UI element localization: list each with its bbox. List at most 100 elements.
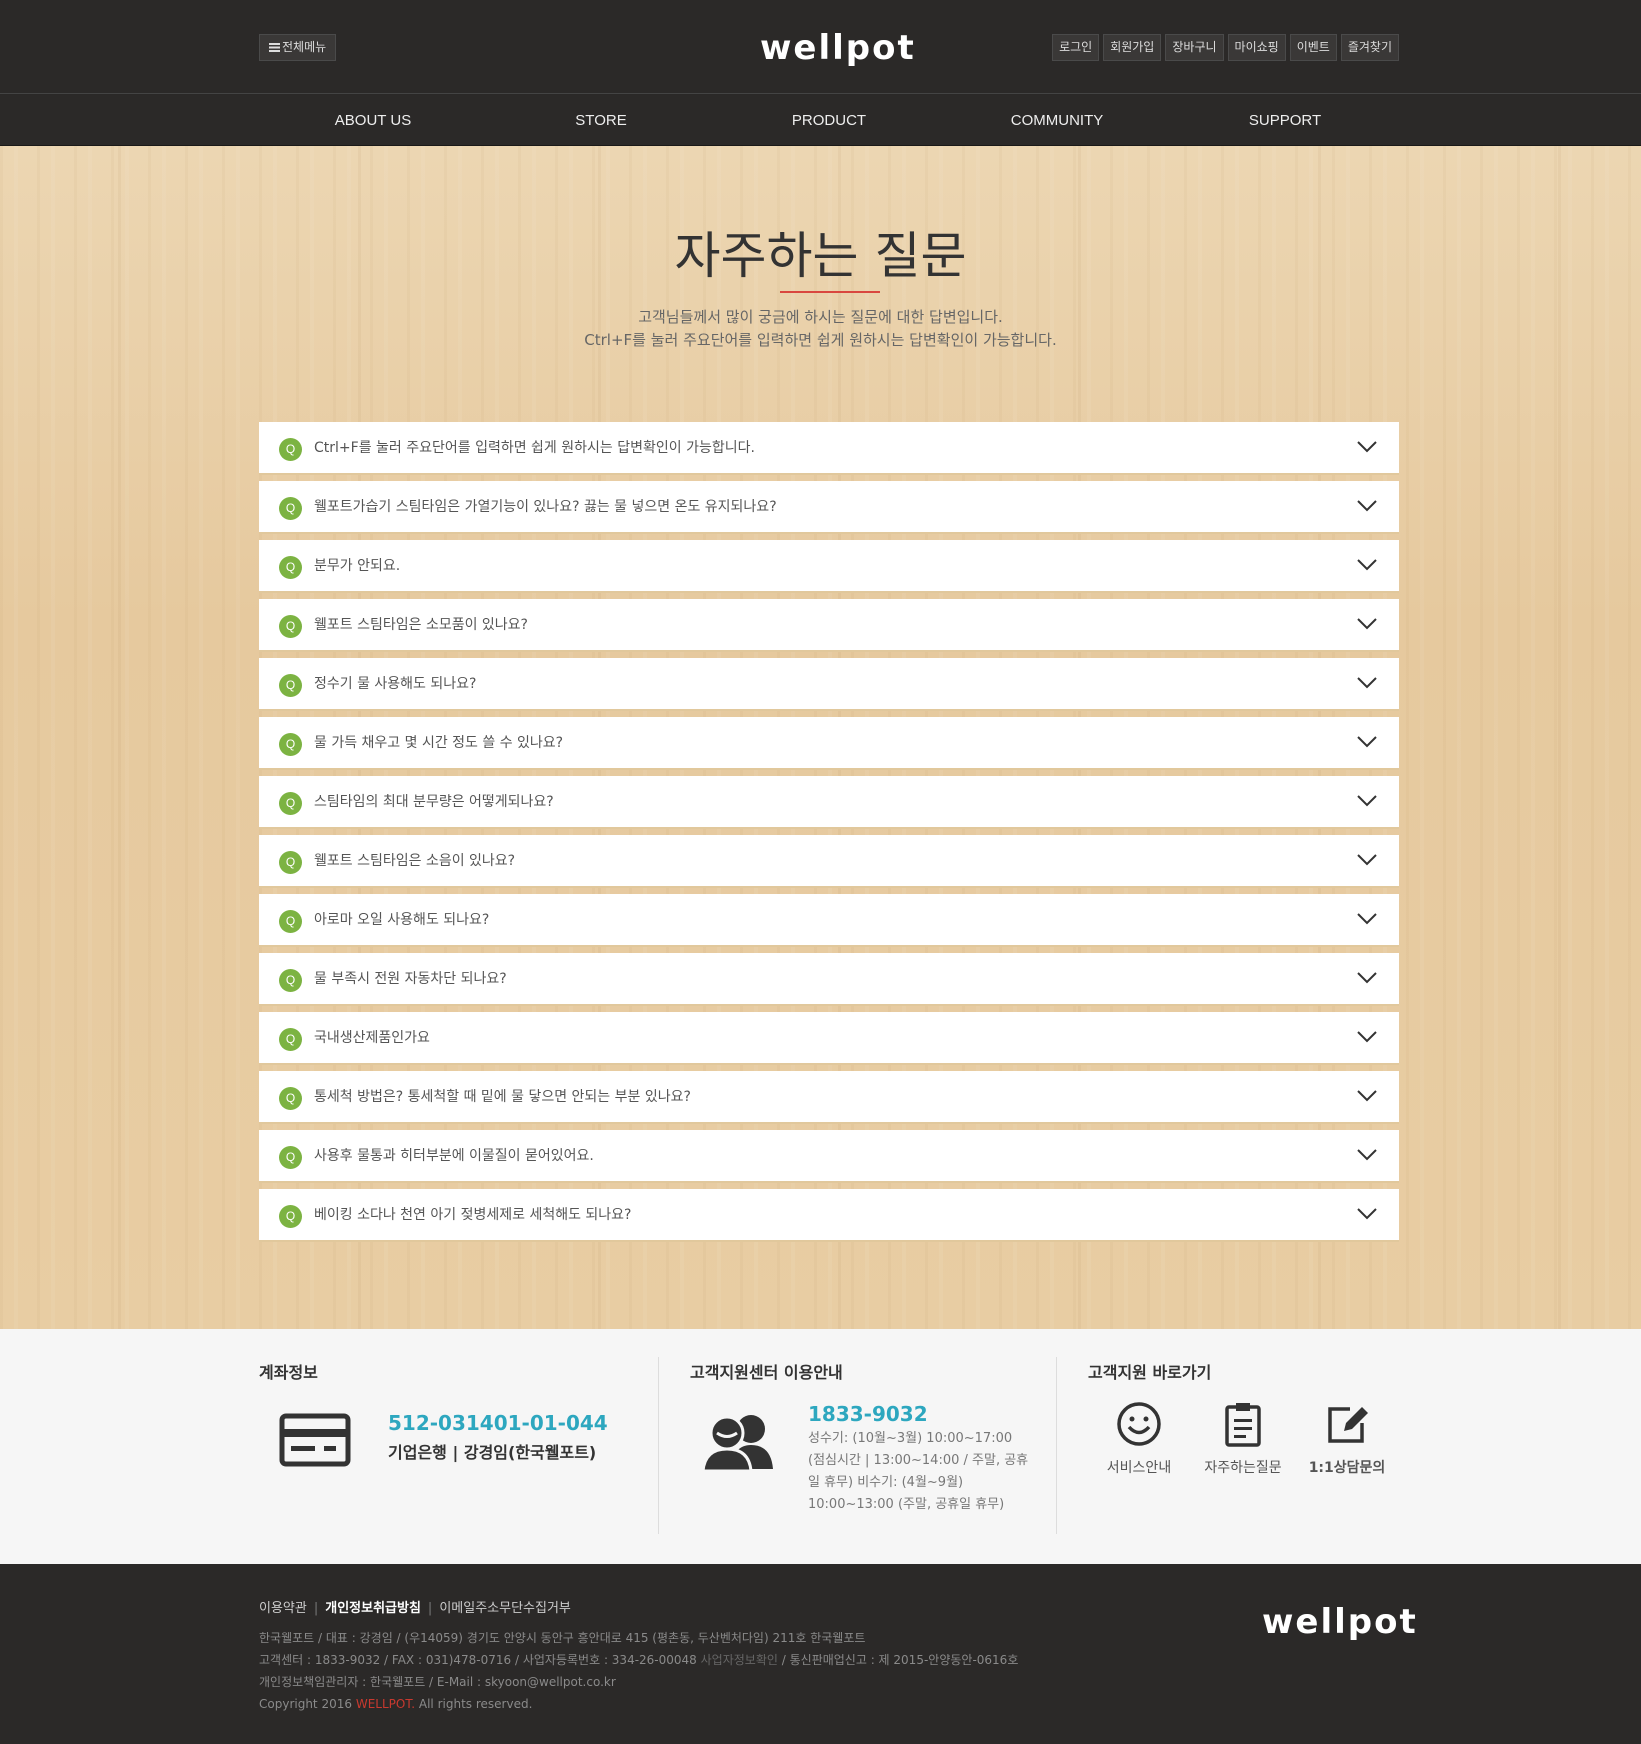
consult-shortcut[interactable]: 1:1상담문의 <box>1297 1401 1397 1477</box>
faq-item[interactable]: Q 웰포트 스팀타임은 소음이 있나요? <box>259 835 1399 888</box>
faq-question: 국내생산제품인가요 <box>314 1030 430 1046</box>
chevron-down-icon[interactable] <box>1356 789 1378 811</box>
copyright-text: Copyright 2016 <box>259 1697 352 1711</box>
faq-item[interactable]: Q 베이킹 소다나 천연 아기 젖병세제로 세척해도 되나요? <box>259 1189 1399 1242</box>
faq-item[interactable]: Q 아로마 오일 사용해도 되나요? <box>259 894 1399 947</box>
faq-question: 웰포트 스팀타임은 소모품이 있나요? <box>314 617 528 633</box>
faq-list: Q Ctrl+F를 눌러 주요단어를 입력하면 쉽게 원하시는 답변확인이 가능합… <box>259 422 1399 1248</box>
nav-product[interactable]: PRODUCT <box>715 95 943 146</box>
terms-link[interactable]: 이용약관 <box>259 1601 307 1616</box>
chevron-down-icon[interactable] <box>1356 612 1378 634</box>
description-line-2: Ctrl+F를 눌러 주요단어를 입력하면 쉽게 원하시는 답변확인이 가능합니… <box>584 331 1057 349</box>
footer-links: 이용약관 | 개인정보취급방침 | 이메일주소무단수집거부 <box>259 1601 571 1616</box>
nav-support[interactable]: SUPPORT <box>1171 95 1399 146</box>
q-badge: Q <box>279 674 302 697</box>
q-badge: Q <box>279 438 302 461</box>
my-shopping-link[interactable]: 마이쇼핑 <box>1227 34 1286 61</box>
q-badge: Q <box>279 556 302 579</box>
signup-link[interactable]: 회원가입 <box>1103 34 1162 61</box>
cs-hours: 성수기: (10월~3월) 10:00~17:00 (점심시간 | 13:00~… <box>808 1431 1029 1512</box>
faq-question: 분무가 안되요. <box>314 558 401 574</box>
clipboard-icon <box>1225 1403 1261 1447</box>
faq-shortcut[interactable]: 자주하는질문 <box>1193 1401 1293 1477</box>
faq-item[interactable]: Q 국내생산제품인가요 <box>259 1012 1399 1065</box>
shortcut-label: 자주하는질문 <box>1204 1460 1282 1476</box>
page-title: 자주하는 질문 <box>674 227 967 285</box>
faq-item[interactable]: Q 웰포트가습기 스팀타임은 가열기능이 있나요? 끓는 물 넣으면 온도 유지되… <box>259 481 1399 534</box>
footer-logo: wellpot <box>1262 1602 1418 1642</box>
q-badge: Q <box>279 1087 302 1110</box>
edit-icon <box>1328 1407 1368 1443</box>
bookmark-link[interactable]: 즐겨찾기 <box>1340 34 1399 61</box>
chevron-down-icon[interactable] <box>1356 435 1378 457</box>
chevron-down-icon[interactable] <box>1356 1143 1378 1165</box>
cs-heading: 고객지원센터 이용안내 <box>690 1363 843 1382</box>
shortcut-label: 서비스안내 <box>1106 1460 1172 1476</box>
page-description: 고객님들께서 많이 궁금에 하시는 질문에 대한 답변입니다. Ctrl+F를 … <box>0 306 1641 352</box>
faq-question: 베이킹 소다나 천연 아기 젖병세제로 세척해도 되나요? <box>314 1207 632 1223</box>
contact-line: 고객센터 : 1833-9032 / FAX : 031)478-0716 / … <box>259 1649 1018 1671</box>
service-guide-shortcut[interactable]: 서비스안내 <box>1089 1401 1189 1477</box>
cart-link[interactable]: 장바구니 <box>1165 34 1224 61</box>
chevron-down-icon[interactable] <box>1356 966 1378 988</box>
copyright: Copyright 2016 WELLPOT. All rights reser… <box>259 1693 1018 1715</box>
chevron-down-icon[interactable] <box>1356 671 1378 693</box>
q-badge: Q <box>279 851 302 874</box>
chevron-down-icon[interactable] <box>1356 1084 1378 1106</box>
q-badge: Q <box>279 1205 302 1228</box>
account-number: 512-031401-01-044 <box>388 1411 608 1435</box>
divider <box>658 1357 659 1534</box>
event-link[interactable]: 이벤트 <box>1289 34 1337 61</box>
q-badge: Q <box>279 792 302 815</box>
faq-item[interactable]: Q 물 부족시 전원 자동차단 되나요? <box>259 953 1399 1006</box>
site-footer: 이용약관 | 개인정보취급방침 | 이메일주소무단수집거부 한국웰포트 / 대표 : 강… <box>0 1564 1641 1744</box>
chevron-down-icon[interactable] <box>1356 848 1378 870</box>
faq-item[interactable]: Q Ctrl+F를 눌러 주요단어를 입력하면 쉽게 원하시는 답변확인이 가능합… <box>259 422 1399 475</box>
faq-question: 스팀타임의 최대 분무량은 어떻게되나요? <box>314 794 554 810</box>
chevron-down-icon[interactable] <box>1356 907 1378 929</box>
faq-question: 통세척 방법은? 통세척할 때 밑에 물 닿으면 안되는 부분 있나요? <box>314 1089 691 1105</box>
email-refusal-link[interactable]: 이메일주소무단수집거부 <box>439 1601 571 1616</box>
chevron-down-icon[interactable] <box>1356 553 1378 575</box>
all-menu-button[interactable]: 전체메뉴 <box>259 34 337 61</box>
divider <box>1056 1357 1057 1534</box>
support-info-section: 계좌정보 512-031401-01-044 기업은행 | 강경임(한국웰포트)… <box>0 1329 1641 1564</box>
chevron-down-icon[interactable] <box>1356 730 1378 752</box>
faq-item[interactable]: Q 웰포트 스팀타임은 소모품이 있나요? <box>259 599 1399 652</box>
chevron-down-icon[interactable] <box>1356 1202 1378 1224</box>
nav-about-us[interactable]: ABOUT US <box>259 95 487 146</box>
faq-question: 물 가득 채우고 몇 시간 정도 쓸 수 있나요? <box>314 735 564 751</box>
credit-card-icon <box>279 1413 351 1467</box>
utility-links: 로그인 회원가입 장바구니 마이쇼핑 이벤트 즐겨찾기 <box>1052 34 1399 61</box>
faq-question: 아로마 오일 사용해도 되나요? <box>314 912 490 928</box>
nav-community[interactable]: COMMUNITY <box>943 95 1171 146</box>
faq-item[interactable]: Q 분무가 안되요. <box>259 540 1399 593</box>
faq-item[interactable]: Q 물 가득 채우고 몇 시간 정도 쓸 수 있나요? <box>259 717 1399 770</box>
faq-item[interactable]: Q 통세척 방법은? 통세척할 때 밑에 물 닿으면 안되는 부분 있나요? <box>259 1071 1399 1124</box>
address-line: 한국웰포트 / 대표 : 강경임 / (우14059) 경기도 안양시 동안구 … <box>259 1631 866 1645</box>
nav-store[interactable]: STORE <box>487 95 715 146</box>
shortcut-heading: 고객지원 바로가기 <box>1088 1363 1212 1382</box>
main-content: 자주하는 질문 고객님들께서 많이 궁금에 하시는 질문에 대한 답변입니다. … <box>0 146 1641 1329</box>
q-badge: Q <box>279 615 302 638</box>
chevron-down-icon[interactable] <box>1356 494 1378 516</box>
faq-item[interactable]: Q 스팀타임의 최대 분무량은 어떻게되나요? <box>259 776 1399 829</box>
faq-question: 물 부족시 전원 자동차단 되나요? <box>314 971 507 987</box>
faq-question: 웰포트가습기 스팀타임은 가열기능이 있나요? 끓는 물 넣으면 온도 유지되나… <box>314 499 777 515</box>
faq-item[interactable]: Q 사용후 물통과 히터부분에 이물질이 묻어있어요. <box>259 1130 1399 1183</box>
business-info-link[interactable]: 사업자정보확인 <box>701 1653 778 1667</box>
shortcut-label: 1:1상담문의 <box>1308 1460 1386 1476</box>
privacy-link[interactable]: 개인정보취급방침 <box>325 1601 421 1616</box>
faq-item[interactable]: Q 정수기 물 사용해도 되나요? <box>259 658 1399 711</box>
q-badge: Q <box>279 497 302 520</box>
faq-question: 사용후 물통과 히터부분에 이물질이 묻어있어요. <box>314 1148 594 1164</box>
chevron-down-icon[interactable] <box>1356 1025 1378 1047</box>
faq-question: Ctrl+F를 눌러 주요단어를 입력하면 쉽게 원하시는 답변확인이 가능합니… <box>314 440 755 456</box>
login-link[interactable]: 로그인 <box>1052 34 1100 61</box>
all-menu-label: 전체메뉴 <box>282 40 327 54</box>
copyright-brand: WELLPOT. <box>355 1697 416 1711</box>
site-logo[interactable]: wellpot <box>760 28 914 68</box>
account-heading: 계좌정보 <box>259 1363 318 1382</box>
cs-phone: 1833-9032 <box>808 1402 928 1426</box>
mail-order-text: / 통신판매업신고 : 제 2015-안양동안-0616호 <box>781 1653 1019 1667</box>
